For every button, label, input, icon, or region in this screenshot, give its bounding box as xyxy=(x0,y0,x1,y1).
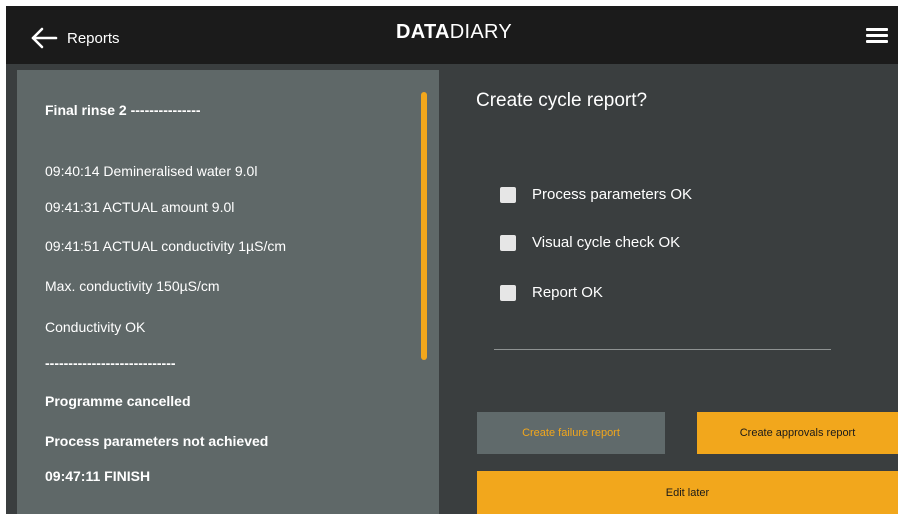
log-line: 09:40:14 Demineralised water 9.0l xyxy=(45,163,258,179)
app-logo: DATADIARY xyxy=(396,21,512,44)
log-line: Process parameters not achieved xyxy=(45,433,269,449)
log-line: Final rinse 2 --------------- xyxy=(45,102,201,118)
create-approvals-report-button[interactable]: Create approvals report xyxy=(697,412,898,454)
log-line: 09:47:11 FINISH xyxy=(45,468,151,484)
log-line: 09:41:31 ACTUAL amount 9.0l xyxy=(45,199,235,215)
check-label: Process parameters OK xyxy=(532,186,693,203)
checkbox[interactable] xyxy=(500,285,516,301)
app-window: Reports DATADIARY Final rinse 2 --------… xyxy=(6,6,898,514)
divider xyxy=(494,349,831,350)
check-label: Visual cycle check OK xyxy=(532,234,681,251)
edit-later-button[interactable]: Edit later xyxy=(477,471,898,514)
log-line: Max. conductivity 150µS/cm xyxy=(45,278,220,294)
check-label: Report OK xyxy=(532,284,603,301)
checkbox[interactable] xyxy=(500,235,516,251)
checkbox[interactable] xyxy=(500,187,516,203)
logo-light: DIARY xyxy=(449,21,513,43)
log-line: 09:41:51 ACTUAL conductivity 1µS/cm xyxy=(45,238,286,254)
top-bar: Reports DATADIARY xyxy=(6,6,898,64)
log-line: Programme cancelled xyxy=(45,393,191,409)
log-line: ---------------------------- xyxy=(45,355,176,371)
back-label[interactable]: Reports xyxy=(67,30,120,47)
hamburger-menu-icon[interactable] xyxy=(866,28,888,44)
create-failure-report-button[interactable]: Create failure report xyxy=(477,412,665,454)
log-scrollbar[interactable] xyxy=(421,92,427,360)
logo-bold: DATA xyxy=(396,21,450,43)
log-line: Conductivity OK xyxy=(45,319,146,335)
cycle-log-panel[interactable]: Final rinse 2 --------------- 09:40:14 D… xyxy=(17,70,439,514)
dialog-question: Create cycle report? xyxy=(476,90,648,111)
back-arrow-icon[interactable] xyxy=(30,26,58,50)
